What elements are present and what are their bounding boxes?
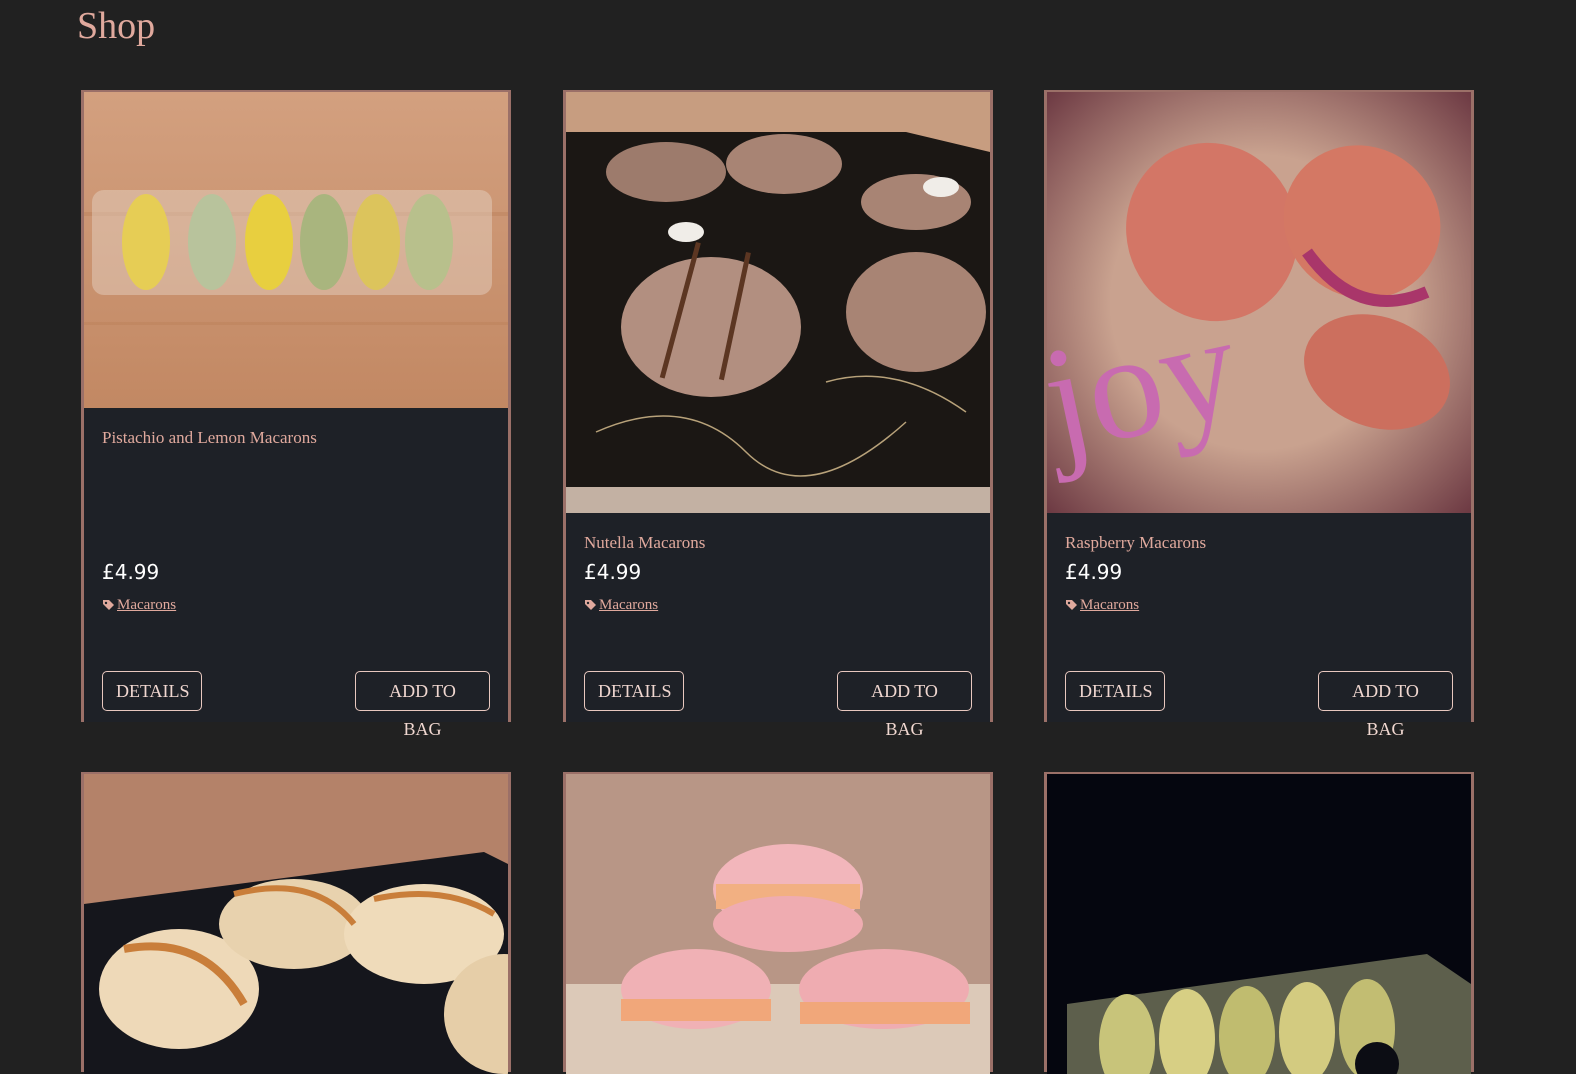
product-image[interactable] (84, 92, 508, 408)
tag-icon (1065, 599, 1078, 612)
product-card (81, 772, 511, 1074)
product-price: £4.99 (584, 560, 642, 584)
salted-caramel-macarons-photo (84, 774, 508, 1074)
product-card (1044, 772, 1474, 1074)
page-title: Shop (77, 5, 156, 47)
product-category: Macarons (102, 597, 176, 614)
details-button[interactable]: DETAILS (1065, 671, 1165, 711)
product-category: Macarons (584, 597, 658, 614)
product-image[interactable] (566, 92, 990, 513)
product-image[interactable]: joy (1047, 92, 1471, 513)
product-name[interactable]: Pistachio and Lemon Macarons (102, 428, 317, 448)
tag-icon (584, 599, 597, 612)
product-price: £4.99 (102, 560, 160, 584)
product-card: Nutella Macarons £4.99 Macarons DETAILS … (563, 90, 993, 739)
boxed-macarons-photo (1047, 774, 1471, 1074)
details-button[interactable]: DETAILS (102, 671, 202, 711)
product-image[interactable] (566, 774, 990, 1074)
pistachio-lemon-macarons-photo (84, 92, 508, 408)
product-image[interactable] (84, 774, 508, 1074)
product-card: Pistachio and Lemon Macarons £4.99 Macar… (81, 90, 511, 739)
product-card: joy Raspberry Macarons £4.99 Macarons DE… (1044, 90, 1474, 739)
raspberry-macarons-photo: joy (1047, 92, 1471, 513)
product-price: £4.99 (1065, 560, 1123, 584)
product-name[interactable]: Raspberry Macarons (1065, 533, 1206, 553)
category-link[interactable]: Macarons (599, 597, 658, 614)
product-name[interactable]: Nutella Macarons (584, 533, 705, 553)
category-link[interactable]: Macarons (1080, 597, 1139, 614)
product-card (563, 772, 993, 1074)
nutella-macarons-photo (566, 92, 990, 513)
product-image[interactable] (1047, 774, 1471, 1074)
add-to-bag-button[interactable]: ADD TO BAG (355, 671, 490, 739)
add-to-bag-button[interactable]: ADD TO BAG (1318, 671, 1453, 739)
details-button[interactable]: DETAILS (584, 671, 684, 711)
tag-icon (102, 599, 115, 612)
add-to-bag-button[interactable]: ADD TO BAG (837, 671, 972, 739)
product-category: Macarons (1065, 597, 1139, 614)
strawberry-macarons-photo (566, 774, 990, 1074)
category-link[interactable]: Macarons (117, 597, 176, 614)
